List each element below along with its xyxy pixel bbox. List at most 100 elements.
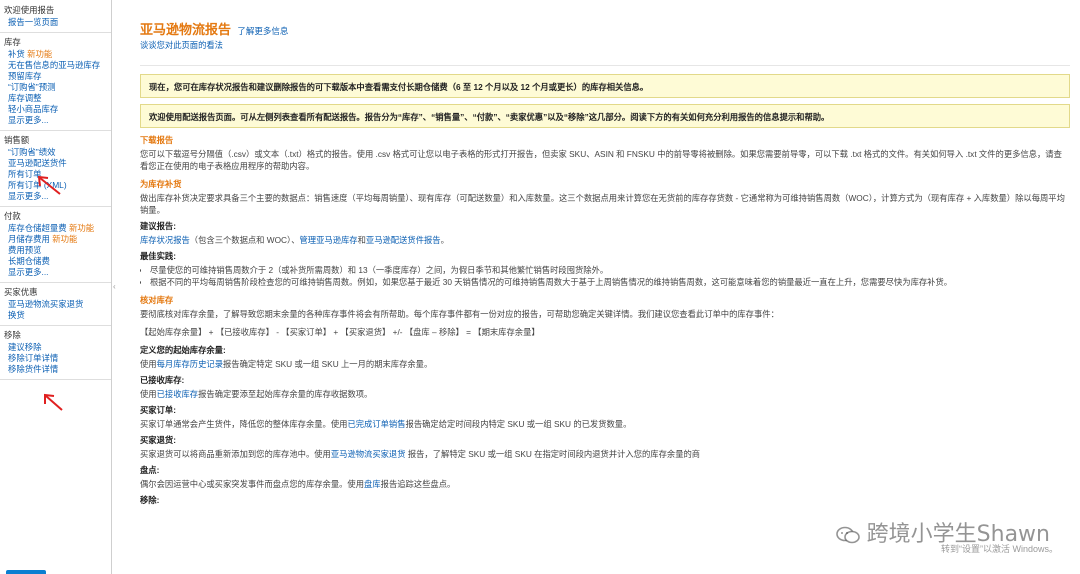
sidebar: 欢迎使用报告 报告一览页面 库存 补货 新功能 无在售信息的亚马逊库存 预留库存… [0, 0, 112, 574]
new-feature-badge: 新功能 [52, 234, 78, 244]
sidebar-section-payments: 付款 库存仓储超量费 新功能 月储存费用 新功能 费用预览 长期仓储费 显示更多… [0, 211, 111, 283]
text-pre: 使用 [140, 359, 157, 369]
sidebar-heading-payments: 付款 [4, 211, 21, 221]
text-post: 报告确定给定时间段内特定 SKU 或一组 SKU 的已发货数量。 [405, 419, 632, 429]
sidebar-heading-inventory: 库存 [4, 37, 21, 47]
reconcile-formula: 【起始库存余量】 + 【已接收库存】 - 【买家订单】 + 【买家退货】 +/-… [140, 327, 540, 337]
sidebar-section-sales: 销售额 “订购省”绩效 亚马逊配送货件 所有订单 所有订单 (XML) 显示更多… [0, 135, 111, 207]
rec-end-text: 。 [440, 235, 449, 245]
best-practices-list: 尽量使您的可维持销售周数介于 2（或补货所需周数）和 13（一季度库存）之间，为… [140, 264, 1070, 288]
section-title-replenish: 为库存补货 [140, 179, 182, 189]
sidebar-item-label: 月储存费用 [8, 234, 50, 244]
fba-customer-returns-link[interactable]: 亚马逊物流买家退货 [331, 449, 406, 459]
sidebar-section-concessions: 买家优惠 亚马逊物流买家退货 换货 [0, 287, 111, 326]
sidebar-item-subscribe-save-forecast[interactable]: “订购省”预测 [4, 82, 107, 93]
sidebar-item-recommended-removal[interactable]: 建议移除 [4, 342, 107, 353]
sidebar-item-removal-order-detail[interactable]: 移除订单详情 [4, 353, 107, 364]
sidebar-item-reports-overview[interactable]: 报告一览页面 [4, 17, 107, 28]
notice-welcome: 欢迎使用配送报告页面。可从左侧列表查看所有配送报告。报告分为“库存”、“销售量”… [140, 104, 1070, 128]
sidebar-item-fee-preview[interactable]: 费用预览 [4, 245, 107, 256]
inventory-adjustments-link[interactable]: 盘库 [364, 479, 381, 489]
show-more-link-payments[interactable]: 显示更多... [4, 267, 107, 278]
sidebar-item-reserved-inventory[interactable]: 预留库存 [4, 71, 107, 82]
text-pre: 买家订单通常会产生货件，降低您的整体库存余量。使用 [140, 419, 348, 429]
download-text: 您可以下载逗号分隔值（.csv）或文本（.txt）格式的报告。使用 .csv 格… [140, 149, 1062, 171]
reconcile-item: 买家订单: 买家订单通常会产生货件，降低您的整体库存余量。使用已完成订单销售报告… [140, 404, 1070, 430]
text-post: 报告确定要添至起始库存余量的库存收据数项。 [198, 389, 373, 399]
sidebar-item-small-light-inventory[interactable]: 轻小商品库存 [4, 104, 107, 115]
sidebar-item-label: 补货 [8, 49, 25, 59]
sidebar-item-replacements[interactable]: 换货 [4, 310, 107, 321]
inventory-health-report-link[interactable]: 库存状况报告 [140, 235, 190, 245]
wechat-icon [835, 526, 860, 544]
reconcile-item-text: 使用每月库存历史记录报告确定特定 SKU 或一组 SKU 上一月的期末库存余量。 [140, 358, 1070, 370]
reconcile-item-text: 使用已接收库存报告确定要添至起始库存余量的库存收据数项。 [140, 388, 1070, 400]
list-item: 尽量使您的可维持销售周数介于 2（或补货所需周数）和 13（一季度库存）之间，为… [150, 264, 1070, 276]
text-post: 报告确定特定 SKU 或一组 SKU 上一月的期末库存余量。 [223, 359, 433, 369]
sidebar-bottom-button[interactable] [6, 570, 46, 574]
sidebar-collapse-icon[interactable]: ‹ [113, 281, 119, 293]
divider [140, 65, 1070, 66]
received-inventory-link[interactable]: 已接收库存 [157, 389, 199, 399]
section-title-reconcile: 核对库存 [140, 295, 174, 305]
reconcile-item-heading: 盘点: [140, 465, 160, 475]
rec-and-text: 和 [357, 235, 366, 245]
reconcile-item: 买家退货: 买家退货可以将商品重新添加到您的库存池中。使用亚马逊物流买家退货 报… [140, 434, 1070, 460]
sidebar-item-replenishment[interactable]: 补货 新功能 [4, 49, 107, 60]
sidebar-item-storage-overage-fee[interactable]: 库存仓储超量费 新功能 [4, 223, 107, 234]
recommended-reports-line: 库存状况报告（包含三个数据点和 WOC）、管理亚马逊库存和亚马逊配送货件报告。 [140, 234, 1070, 246]
rec-mid-text: （包含三个数据点和 WOC）、 [189, 235, 300, 245]
sidebar-item-long-term-storage-fees[interactable]: 长期仓储费 [4, 256, 107, 267]
sidebar-item-subscribe-save-performance[interactable]: “订购省”绩效 [4, 147, 107, 158]
sidebar-section-removals: 移除 建议移除 移除订单详情 移除货件详情 [0, 330, 111, 380]
windows-activation-notice: 转到“设置”以激活 Windows。 [940, 544, 1058, 554]
completed-order-sales-link[interactable]: 已完成订单销售 [347, 419, 405, 429]
reconcile-item-text: 买家订单通常会产生货件，降低您的整体库存余量。使用已完成订单销售报告确定给定时间… [140, 418, 1070, 430]
monthly-inventory-history-link[interactable]: 每月库存历史记录 [157, 359, 223, 369]
sidebar-item-stranded-inventory[interactable]: 无在售信息的亚马逊库存 [4, 60, 107, 71]
show-more-link-inventory[interactable]: 显示更多... [4, 115, 107, 126]
reconcile-item-text: 偶尔会因运营中心或买家突发事件而盘点您的库存余量。使用盘库报告追踪这些盘点。 [140, 478, 1070, 490]
reconcile-item-heading: 买家退货: [140, 435, 176, 445]
page-title: 亚马逊物流报告 [140, 22, 232, 37]
reconcile-item-heading: 买家订单: [140, 405, 176, 415]
list-item: 根据不同的平均每周销售阶段检查您的可维持销售周数。例如，如果您基于最近 30 天… [150, 276, 1070, 288]
reconcile-item: 定义您的起始库存余量: 使用每月库存历史记录报告确定特定 SKU 或一组 SKU… [140, 344, 1070, 370]
notice-long-term-storage: 现在，您可在库存状况报告和建议删除报告的可下载版本中查看需支付长期仓储费（6 至… [140, 74, 1070, 98]
sidebar-heading-removals: 移除 [4, 330, 21, 340]
fba-shipments-report-link[interactable]: 亚马逊配送货件报告 [366, 235, 441, 245]
text-post: 报告，了解特定 SKU 或一组 SKU 在指定时间段内退货并计入您的库存余量的商 [405, 449, 701, 459]
sidebar-item-fba-shipments[interactable]: 亚马逊配送货件 [4, 158, 107, 169]
manage-fba-inventory-link[interactable]: 管理亚马逊库存 [300, 235, 358, 245]
reconcile-item: 移除: [140, 494, 1070, 506]
text-pre: 偶尔会因运营中心或买家突发事件而盘点您的库存余量。使用 [140, 479, 365, 489]
sidebar-item-label: 库存仓储超量费 [8, 223, 67, 233]
section-title-download: 下载报告 [140, 135, 174, 145]
reconcile-item-text: 买家退货可以将商品重新添加到您的库存池中。使用亚马逊物流买家退货 报告，了解特定… [140, 448, 1070, 460]
sidebar-section-welcome: 欢迎使用报告 报告一览页面 [0, 5, 111, 33]
new-feature-badge: 新功能 [68, 223, 95, 233]
reconcile-text: 要彻底核对库存余量，了解导致您期末余量的各种库存事件将会有所帮助。每个库存事件都… [140, 309, 779, 319]
sidebar-item-monthly-storage-fees[interactable]: 月储存费用 新功能 [4, 234, 107, 245]
text-pre: 使用 [140, 389, 157, 399]
best-practices-heading: 最佳实践: [140, 251, 176, 261]
reconcile-item-heading: 已接收库存: [140, 375, 185, 385]
reconcile-item: 已接收库存: 使用已接收库存报告确定要添至起始库存余量的库存收据数项。 [140, 374, 1070, 400]
sidebar-item-fba-customer-returns[interactable]: 亚马逊物流买家退货 [4, 299, 107, 310]
reconcile-item-heading: 移除: [140, 495, 160, 505]
sidebar-section-inventory: 库存 补货 新功能 无在售信息的亚马逊库存 预留库存 “订购省”预测 库存调整 … [0, 37, 111, 131]
reconcile-item: 盘点: 偶尔会因运营中心或买家突发事件而盘点您的库存余量。使用盘库报告追踪这些盘… [140, 464, 1070, 490]
text-pre: 买家退货可以将商品重新添加到您的库存池中。使用 [140, 449, 331, 459]
text-post: 报告追踪这些盘点。 [380, 479, 456, 489]
sidebar-item-inventory-adjustments[interactable]: 库存调整 [4, 93, 107, 104]
sidebar-heading-sales: 销售额 [4, 135, 30, 145]
main-content: 亚马逊物流报告 了解更多信息 谈谈您对此页面的看法 现在，您可在库存状况报告和建… [140, 0, 1070, 574]
replenish-text: 做出库存补货决定要求具备三个主要的数据点：销售速度（平均每周销量）、现有库存（可… [140, 193, 1065, 215]
feedback-link[interactable]: 谈谈您对此页面的看法 [140, 39, 1070, 51]
sidebar-item-removal-shipment-detail[interactable]: 移除货件详情 [4, 364, 107, 375]
recommended-reports-heading: 建议报告: [140, 221, 176, 231]
reconcile-item-heading: 定义您的起始库存余量: [140, 345, 226, 355]
page-header: 亚马逊物流报告 了解更多信息 谈谈您对此页面的看法 [140, 22, 1070, 51]
annotation-arrow-icon [44, 393, 63, 411]
learn-more-link[interactable]: 了解更多信息 [237, 26, 288, 36]
